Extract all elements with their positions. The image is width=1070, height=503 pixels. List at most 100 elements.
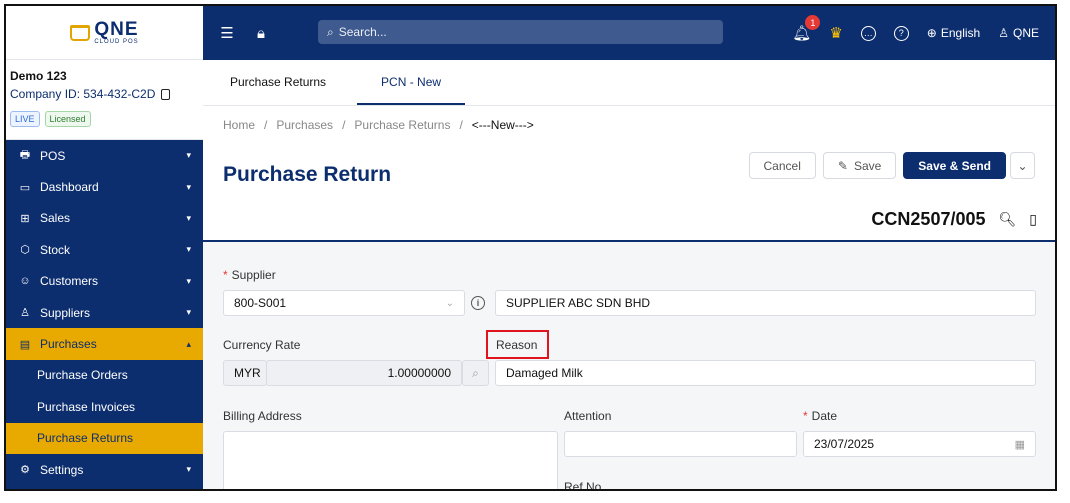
chevron-down-icon: ▾: [186, 150, 191, 161]
sidebar-item-label: POS: [40, 148, 66, 163]
breadcrumb-purchase-returns[interactable]: Purchase Returns: [354, 118, 450, 132]
crown-icon[interactable]: ♛: [829, 24, 842, 42]
supplier-label: * Supplier: [223, 268, 276, 282]
purchase-return-form: * Supplier 800-S001 ⌄ i SUPPLIER ABC SDN …: [203, 244, 1055, 489]
user-menu[interactable]: ♙ QNE: [998, 26, 1039, 40]
supplier-name-field[interactable]: SUPPLIER ABC SDN BHD: [495, 290, 1036, 316]
ref-no-label: Ref No.: [564, 480, 605, 491]
tab-purchase-returns[interactable]: Purchase Returns: [203, 60, 353, 105]
chevron-down-icon: ▾: [186, 464, 191, 475]
chevron-down-icon: ⌄: [445, 297, 454, 309]
billing-address-textarea[interactable]: [223, 431, 558, 489]
sidebar-item-customers[interactable]: ☺ Customers ▾: [6, 266, 203, 297]
box-icon: ⬡: [20, 244, 30, 257]
search-box[interactable]: ⌕: [318, 20, 723, 44]
notification-bell-icon[interactable]: 🔔︎ 1: [792, 15, 821, 42]
currency-value: MYR: [234, 366, 261, 380]
sidebar-item-label: Suppliers: [40, 305, 91, 320]
lock-icon[interactable]: 🔒︎: [251, 25, 271, 42]
sidebar-item-label: Stock: [40, 242, 71, 257]
bookmark-icon[interactable]: ▯: [1029, 211, 1037, 228]
tab-pcn-new[interactable]: PCN - New: [357, 60, 466, 105]
sidebar-menu: 🖶 POS ▾ ▭ Dashboard ▾ ⊞ Sales ▾ ⬡ Stock ▾ ☺ C…: [6, 140, 203, 485]
billing-address-label: Billing Address: [223, 409, 302, 423]
document-number: CCN2507/005 🔍︎ ▯: [871, 209, 1037, 230]
supplier-name-value: SUPPLIER ABC SDN BHD: [506, 296, 651, 310]
app-window: QNE CLOUD POS Demo 123 Company ID: 534-4…: [4, 4, 1057, 491]
chat-icon[interactable]: …: [860, 25, 876, 41]
sidebar-item-label: Sales: [40, 211, 71, 226]
live-badge: LIVE: [10, 111, 40, 127]
chevron-down-icon: ▾: [186, 307, 191, 318]
sidebar-item-dashboard[interactable]: ▭ Dashboard ▾: [6, 171, 203, 202]
page-header: Home / Purchases / Purchase Returns / <---N…: [203, 106, 1055, 242]
currency-field: MYR: [223, 360, 267, 386]
info-icon[interactable]: i: [471, 296, 485, 310]
date-picker[interactable]: 23/07/2025 ▦: [803, 431, 1036, 457]
breadcrumb-separator: /: [459, 118, 463, 132]
reason-field[interactable]: Damaged Milk: [495, 360, 1036, 386]
company-panel: Demo 123 Company ID: 534-432-C2D LIVE Li…: [6, 60, 203, 140]
customers-icon: ☺: [19, 275, 31, 288]
exchange-rate-field[interactable]: 1.00000000: [266, 360, 462, 386]
save-and-send-button[interactable]: Save & Send: [903, 152, 1006, 179]
pencil-icon: ✎: [837, 158, 848, 173]
search-icon: ⌕: [327, 24, 334, 39]
more-actions-dropdown[interactable]: ⌄: [1010, 152, 1035, 179]
action-buttons: Cancel ✎ Save Save & Send ⌄: [748, 152, 1035, 179]
language-selector[interactable]: ⊕ English: [927, 26, 980, 40]
copy-icon[interactable]: [161, 88, 171, 100]
save-button[interactable]: ✎ Save: [822, 152, 897, 179]
reason-highlight-box: [486, 330, 549, 359]
sidebar-item-settings[interactable]: ⚙ Settings ▾: [6, 454, 203, 485]
breadcrumb-purchases[interactable]: Purchases: [276, 118, 333, 132]
user-icon: ♙: [20, 307, 30, 320]
chevron-down-icon: ⌄: [1017, 158, 1028, 173]
search-input[interactable]: [338, 25, 679, 39]
date-label-text: Date: [811, 409, 838, 423]
gear-icon: ⚙: [20, 464, 30, 477]
date-value: 23/07/2025: [814, 437, 875, 451]
sidebar: QNE CLOUD POS Demo 123 Company ID: 534-4…: [6, 6, 203, 489]
sidebar-item-sales[interactable]: ⊞ Sales ▾: [6, 203, 203, 234]
sidebar-item-purchases[interactable]: ▤ Purchases ▴: [6, 328, 203, 360]
sidebar-item-suppliers[interactable]: ♙ Suppliers ▾: [6, 297, 203, 328]
breadcrumb-separator: /: [264, 118, 268, 132]
company-name: Demo 123: [10, 69, 67, 83]
globe-icon: ⊕: [926, 26, 937, 40]
required-marker: *: [223, 268, 228, 282]
licensed-badge: Licensed: [44, 111, 91, 127]
supplier-code-select[interactable]: 800-S001 ⌄: [223, 290, 465, 316]
attention-label: Attention: [564, 409, 612, 423]
tab-bar: Purchase Returns PCN - New: [203, 60, 1055, 106]
document-search-icon[interactable]: 🔍︎: [999, 211, 1017, 228]
attention-field[interactable]: [564, 431, 797, 457]
chevron-down-icon: ▾: [186, 181, 191, 192]
sidebar-item-label: Customers: [40, 274, 99, 289]
breadcrumb-home[interactable]: Home: [223, 118, 255, 132]
chevron-down-icon: ▾: [186, 275, 191, 286]
sidebar-item-stock[interactable]: ⬡ Stock ▾: [6, 234, 203, 265]
exchange-rate-value: 1.00000000: [387, 366, 451, 380]
sidebar-subitem-purchase-invoices[interactable]: Purchase Invoices: [6, 391, 203, 422]
cart-logo-icon: [70, 24, 91, 41]
cart-icon: ⊞: [20, 212, 30, 225]
chevron-up-icon: ▴: [186, 338, 191, 349]
logo-text: QNE: [94, 19, 139, 40]
sidebar-subitem-purchase-orders[interactable]: Purchase Orders: [6, 360, 203, 391]
required-marker: *: [803, 409, 808, 423]
supplier-code-value: 800-S001: [234, 296, 287, 310]
calendar-icon: ▦: [1014, 438, 1025, 451]
sidebar-subitem-purchase-returns[interactable]: Purchase Returns: [6, 422, 203, 454]
cancel-button[interactable]: Cancel: [748, 152, 816, 179]
reason-value: Damaged Milk: [506, 366, 583, 380]
monitor-icon: ▭: [19, 181, 31, 194]
logo-area[interactable]: QNE CLOUD POS: [6, 6, 203, 60]
sidebar-item-pos[interactable]: 🖶 POS ▾: [6, 140, 203, 171]
rate-lookup-button[interactable]: ⌕: [462, 360, 489, 386]
app-logo: QNE CLOUD POS: [70, 20, 138, 45]
page-title: Purchase Return: [223, 163, 392, 186]
help-icon[interactable]: ?: [893, 25, 909, 41]
menu-collapse-icon[interactable]: ☰: [217, 24, 237, 42]
notification-count-badge: 1: [805, 15, 821, 30]
